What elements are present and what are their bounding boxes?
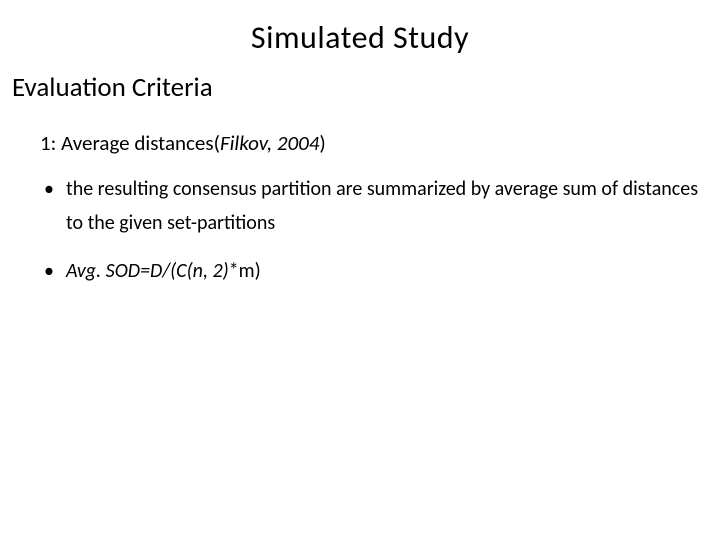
bullet-formula-italic: Avg. SOD=D/(C(n, 2) bbox=[66, 259, 229, 283]
heading-prefix: 1: Average distances( bbox=[40, 130, 220, 156]
bullet-list: the resulting consensus partition are su… bbox=[10, 172, 710, 288]
heading-citation: Filkov, 2004 bbox=[220, 130, 319, 156]
heading-suffix: ) bbox=[319, 130, 325, 156]
slide-title: Simulated Study bbox=[10, 18, 710, 57]
bullet-item: Avg. SOD=D/(C(n, 2)*m) bbox=[40, 254, 710, 288]
bullet-text: the resulting consensus partition are su… bbox=[66, 177, 698, 235]
bullet-item: the resulting consensus partition are su… bbox=[40, 172, 710, 240]
bullet-formula-rest: *m) bbox=[229, 259, 261, 283]
slide-subtitle: Evaluation Criteria bbox=[10, 71, 710, 104]
section-heading: 1: Average distances(Filkov, 2004) bbox=[10, 130, 710, 156]
slide-content: Simulated Study Evaluation Criteria 1: A… bbox=[0, 0, 720, 312]
